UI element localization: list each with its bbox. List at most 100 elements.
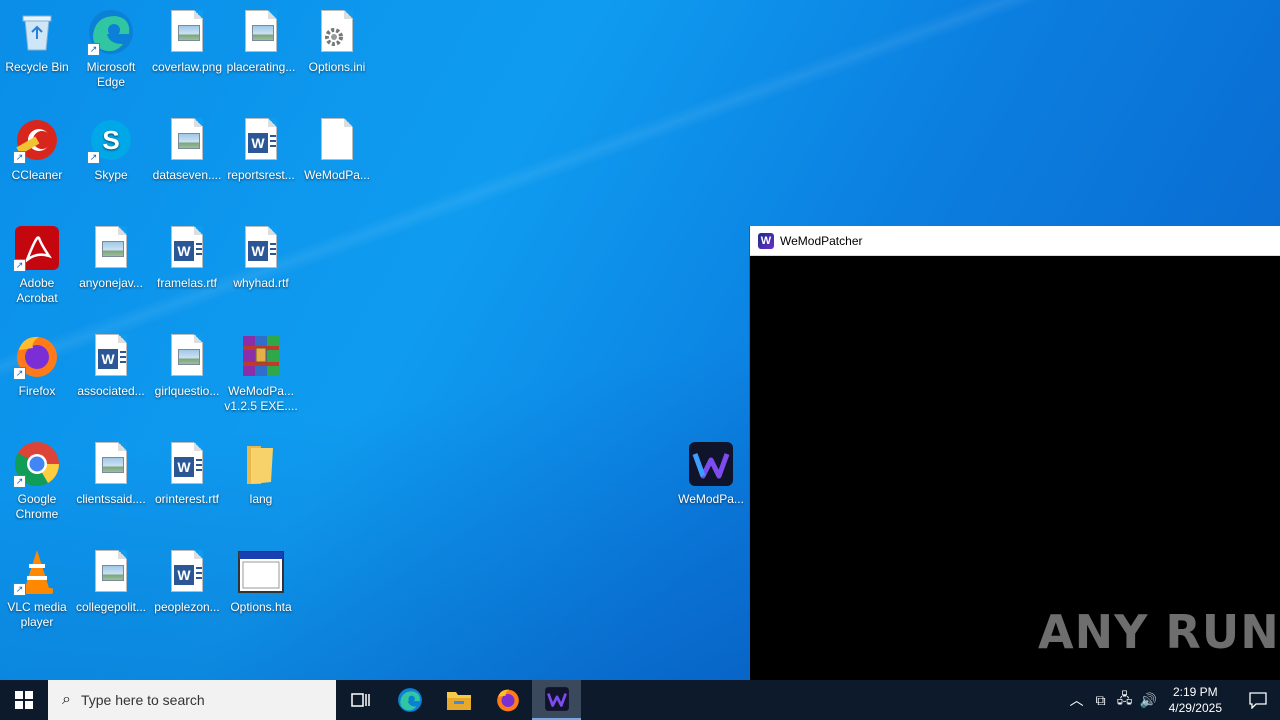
wemodpatcher-desktop-icon[interactable]: WeModPa... <box>674 440 748 507</box>
start-button[interactable] <box>0 680 48 720</box>
system-tray: ︿ ⧉ 🖧 🔊 2:19 PM 4/29/2025 <box>1065 680 1280 720</box>
notification-center-button[interactable] <box>1236 680 1280 720</box>
settings-file-icon <box>313 8 361 56</box>
search-icon: ⌕ <box>62 691 71 708</box>
windows-logo-icon <box>15 691 33 709</box>
blank-file-desktop-icon[interactable]: WeModPa... <box>300 116 374 183</box>
adobe-acrobat-desktop-icon[interactable]: ↗ Adobe Acrobat <box>0 224 74 306</box>
folder-icon <box>446 692 471 710</box>
image-file-icon <box>87 548 135 596</box>
recycle-bin-desktop-icon[interactable]: Recycle Bin <box>0 8 74 75</box>
skype-icon: S ↗ <box>87 116 135 164</box>
image-file-desktop-icon[interactable]: girlquestio... <box>150 332 224 399</box>
image-file-desktop-icon[interactable]: placerating... <box>224 8 298 75</box>
taskbar-file-explorer-button[interactable] <box>434 680 483 720</box>
wemod-app-icon: W <box>758 232 774 249</box>
image-file-icon <box>87 440 135 488</box>
word-file-desktop-icon[interactable]: W whyhad.rtf <box>224 224 298 291</box>
volume-icon[interactable]: 🔊 <box>1137 692 1161 709</box>
image-file-desktop-icon[interactable]: coverlaw.png <box>150 8 224 75</box>
word-document-icon: W <box>163 548 211 596</box>
vlc-desktop-icon[interactable]: ↗ VLC media player <box>0 548 74 630</box>
taskbar-wemodpatcher-button[interactable] <box>532 680 581 720</box>
image-file-desktop-icon[interactable]: anyonejav... <box>74 224 148 291</box>
anyrun-watermark: ANY RUN <box>1038 605 1280 659</box>
desktop-icon-label: Microsoft Edge <box>86 60 136 89</box>
chevron-up-icon[interactable]: ︿ <box>1065 690 1089 710</box>
desktop-icon-label: WeModPa... v1.2.5 EXE.... <box>224 384 298 413</box>
desktop-icon-label: reportsrest... <box>227 168 295 182</box>
desktop-icon-label: clientssaid.... <box>76 492 146 506</box>
adobe-acrobat-icon: ↗ <box>13 224 61 272</box>
desktop-icon-label: VLC media player <box>7 600 67 629</box>
notification-icon <box>1249 692 1267 709</box>
shortcut-arrow-icon: ↗ <box>13 367 26 380</box>
desktop-icon-label: Skype <box>94 168 128 182</box>
word-document-icon: W <box>163 224 211 272</box>
word-document-icon: W <box>237 224 285 272</box>
desktop-icon-label: WeModPa... <box>678 492 744 506</box>
task-view-button[interactable] <box>336 680 385 720</box>
network-icon[interactable]: 🖧 <box>1113 688 1137 712</box>
desktop-icon-label: orinterest.rtf <box>154 492 220 506</box>
google-chrome-desktop-icon[interactable]: ↗ Google Chrome <box>0 440 74 522</box>
shortcut-arrow-icon: ↗ <box>13 259 26 272</box>
options-ini-desktop-icon[interactable]: Options.ini <box>300 8 374 75</box>
lang-folder-desktop-icon[interactable]: lang <box>224 440 298 507</box>
image-file-desktop-icon[interactable]: collegepolit... <box>74 548 148 615</box>
image-file-icon <box>237 8 285 56</box>
desktop-icon-label: lang <box>249 492 273 506</box>
firefox-icon <box>496 689 519 712</box>
word-document-icon: W <box>237 116 285 164</box>
desktop-icon-label: Adobe Acrobat <box>16 276 58 305</box>
word-file-desktop-icon[interactable]: W framelas.rtf <box>150 224 224 291</box>
winrar-archive-icon <box>237 332 285 380</box>
desktop-icon-label: whyhad.rtf <box>233 276 289 290</box>
desktop-icon-label: peoplezon... <box>154 600 220 614</box>
image-file-icon <box>163 332 211 380</box>
taskbar-search-box[interactable]: ⌕ Type here to search <box>48 680 336 720</box>
window-title: WeModPatcher <box>780 233 863 248</box>
desktop-icon-label: Recycle Bin <box>5 60 69 74</box>
desktop-icon-label: associated... <box>77 384 145 398</box>
shortcut-arrow-icon: ↗ <box>87 151 100 164</box>
word-file-desktop-icon[interactable]: W orinterest.rtf <box>150 440 224 507</box>
svg-text:S: S <box>102 125 119 155</box>
hta-file-desktop-icon[interactable]: Options.hta <box>224 548 298 615</box>
taskbar-edge-button[interactable] <box>385 680 434 720</box>
taskbar-firefox-button[interactable] <box>483 680 532 720</box>
taskbar-clock[interactable]: 2:19 PM 4/29/2025 <box>1169 684 1222 716</box>
window-titlebar[interactable]: W WeModPatcher <box>750 226 1280 256</box>
search-placeholder: Type here to search <box>80 692 205 708</box>
clock-time: 2:19 PM <box>1172 685 1218 699</box>
task-view-icon <box>350 693 370 707</box>
skype-desktop-icon[interactable]: S ↗ Skype <box>74 116 148 183</box>
winrar-archive-desktop-icon[interactable]: WeModPa... v1.2.5 EXE.... <box>224 332 298 414</box>
taskbar: ⌕ Type here to search ︿ ⧉ 🖧 🔊 2:19 PM 4/… <box>0 680 1280 720</box>
image-file-desktop-icon[interactable]: dataseven.... <box>150 116 224 183</box>
meet-now-icon[interactable]: ⧉ <box>1089 692 1113 709</box>
word-document-icon: W <box>87 332 135 380</box>
image-file-icon <box>163 116 211 164</box>
word-file-desktop-icon[interactable]: W peoplezon... <box>150 548 224 615</box>
edge-icon: ↗ <box>87 8 135 56</box>
shortcut-arrow-icon: ↗ <box>13 151 26 164</box>
wemod-icon <box>544 687 569 711</box>
desktop-icon-label: WeModPa... <box>304 168 370 182</box>
firefox-desktop-icon[interactable]: ↗ Firefox <box>0 332 74 399</box>
word-document-icon: W <box>163 440 211 488</box>
shortcut-arrow-icon: ↗ <box>13 475 26 488</box>
word-file-desktop-icon[interactable]: W reportsrest... <box>224 116 298 183</box>
desktop-icon-label: Options.hta <box>230 600 292 614</box>
ccleaner-desktop-icon[interactable]: ↗ CCleaner <box>0 116 74 183</box>
shortcut-arrow-icon: ↗ <box>87 43 100 56</box>
word-file-desktop-icon[interactable]: W associated... <box>74 332 148 399</box>
desktop-icon-label: Firefox <box>18 384 56 398</box>
recycle-bin-icon <box>13 8 61 56</box>
ccleaner-icon: ↗ <box>13 116 61 164</box>
desktop-icon-label: Google Chrome <box>15 492 59 521</box>
desktop-icon-label: framelas.rtf <box>156 276 217 290</box>
desktop-icon-label: coverlaw.png <box>151 60 223 74</box>
microsoft-edge-desktop-icon[interactable]: ↗ Microsoft Edge <box>74 8 148 90</box>
image-file-desktop-icon[interactable]: clientssaid.... <box>74 440 148 507</box>
